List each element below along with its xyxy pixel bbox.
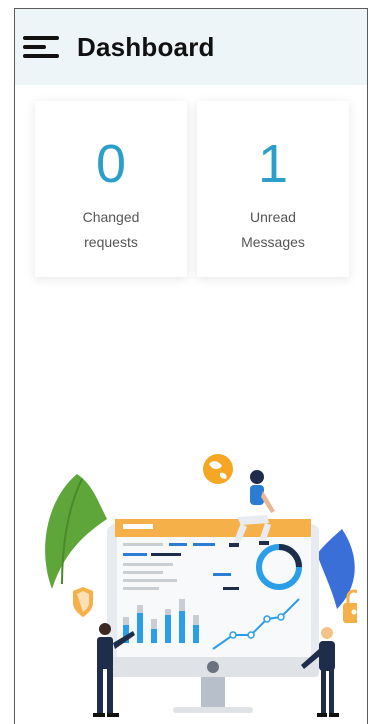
dashboard-illustration: [45, 454, 357, 717]
stats-cards: 0 Changed requests 1 Unread Messages: [35, 101, 349, 277]
changed-requests-label: Changed requests: [82, 209, 140, 250]
unread-messages-card[interactable]: 1 Unread Messages: [197, 101, 349, 277]
hamburger-menu-icon[interactable]: [23, 35, 61, 59]
unread-messages-count: 1: [257, 134, 289, 194]
page-title: Dashboard: [77, 31, 215, 62]
unread-messages-label: Unread Messages: [241, 209, 305, 250]
changed-requests-count: 0: [95, 134, 127, 194]
header-bar: Dashboard: [15, 9, 367, 85]
globe-icon: [203, 454, 233, 484]
app-frame: Dashboard 0 Changed requests 1 Unread Me…: [14, 8, 368, 724]
changed-requests-card[interactable]: 0 Changed requests: [35, 101, 187, 277]
